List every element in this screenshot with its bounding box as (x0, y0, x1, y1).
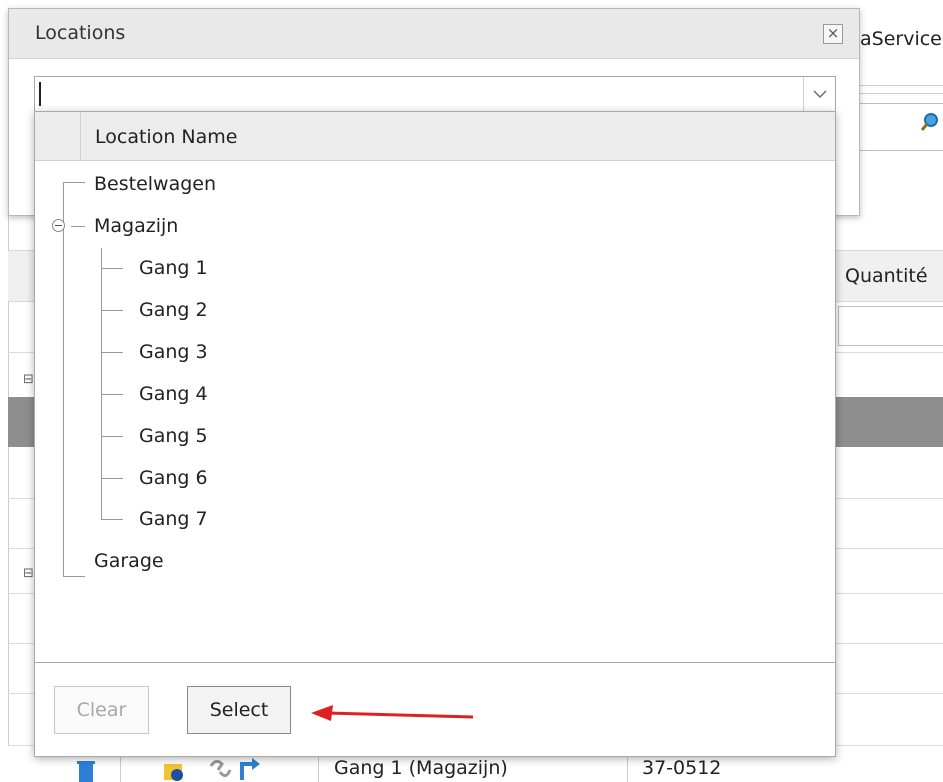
tree-line (63, 182, 85, 183)
tree-node-gang-6[interactable]: Gang 6 (139, 467, 208, 489)
trash-icon[interactable] (76, 760, 96, 782)
collapse-toggle-icon[interactable] (52, 219, 65, 232)
tree-line (101, 478, 123, 479)
tree-node-garage[interactable]: Garage (94, 550, 164, 572)
dialog-title-bar[interactable]: Locations × (9, 9, 859, 59)
tree-node-gang-5[interactable]: Gang 5 (139, 425, 208, 447)
clear-button[interactable]: Clear (54, 686, 149, 734)
background-divider (860, 85, 943, 86)
location-cell: Gang 1 (Magazijn) (334, 757, 508, 779)
tree-line (63, 182, 64, 576)
close-icon[interactable]: × (823, 24, 843, 44)
tree-node-gang-4[interactable]: Gang 4 (139, 383, 208, 405)
tree-node-magazijn[interactable]: Magazijn (94, 215, 178, 237)
tree-node-gang-7[interactable]: Gang 7 (139, 508, 208, 530)
tree-line (63, 576, 85, 577)
select-button[interactable]: Select (187, 686, 291, 734)
location-name-header[interactable]: Location Name (95, 126, 237, 148)
quantity-column-header[interactable]: Quantité (845, 265, 928, 287)
dialog-title: Locations (35, 22, 126, 44)
annotation-arrow-head (311, 705, 333, 721)
tree-line (101, 394, 123, 395)
tree-node-bestelwagen[interactable]: Bestelwagen (94, 173, 216, 195)
tree-line (101, 352, 123, 353)
group-collapse-icon[interactable]: ⊟ (23, 566, 34, 581)
tree-line (101, 268, 123, 269)
tree-line (71, 226, 85, 227)
header-expand-cell (35, 112, 81, 160)
folder-info-icon[interactable] (162, 758, 186, 782)
tree-line (101, 310, 123, 311)
annotation-arrow-shaft (326, 711, 474, 719)
quantity-filter-input[interactable] (838, 306, 943, 346)
text-cursor (39, 82, 41, 106)
tree-line (101, 436, 123, 437)
location-dropdown: Location Name Bestelwagen Magazijn Gang … (34, 111, 836, 757)
search-icon[interactable] (920, 112, 940, 132)
chevron-down-icon[interactable] (813, 90, 827, 99)
group-collapse-icon[interactable]: ⊟ (23, 372, 34, 387)
tree-node-gang-3[interactable]: Gang 3 (139, 341, 208, 363)
tree-line (101, 519, 123, 520)
tree-node-gang-1[interactable]: Gang 1 (139, 257, 208, 279)
dropdown-header: Location Name (35, 112, 835, 161)
share-icon[interactable] (238, 756, 264, 782)
link-icon[interactable] (208, 756, 232, 782)
background-service-label: aService (860, 28, 942, 50)
combo-dropdown-button[interactable] (803, 77, 835, 111)
code-cell: 37-0512 (642, 757, 722, 779)
background-divider (860, 93, 943, 94)
tree-node-gang-2[interactable]: Gang 2 (139, 299, 208, 321)
location-combo-input[interactable] (34, 76, 836, 112)
annotation-arrow-icon (311, 705, 474, 721)
